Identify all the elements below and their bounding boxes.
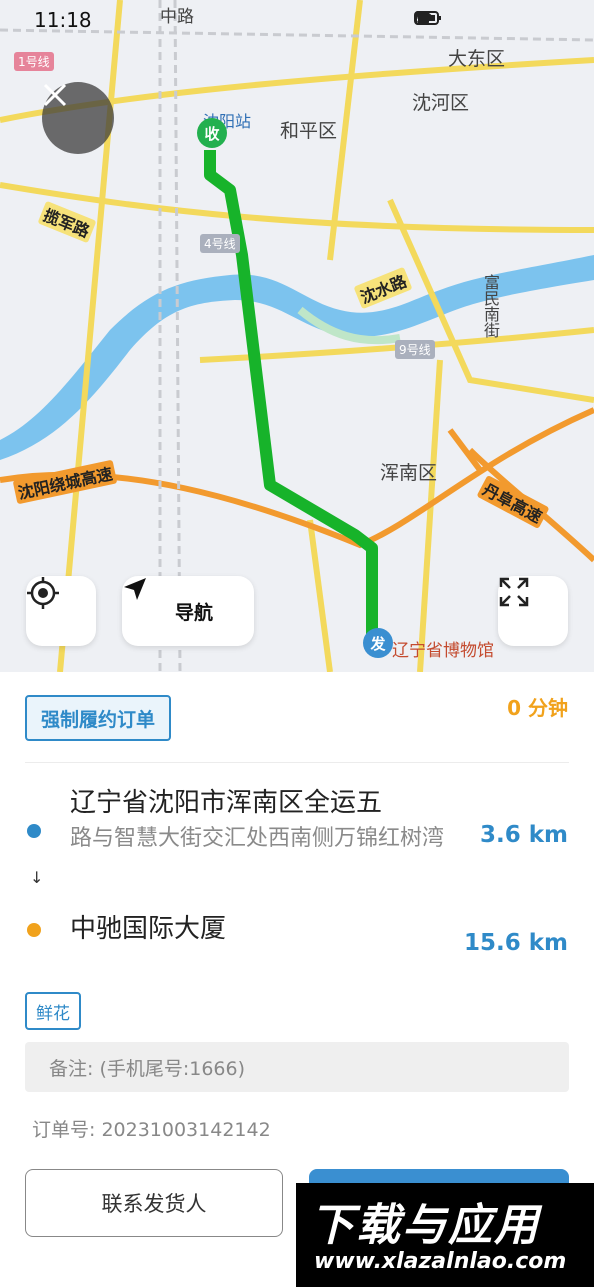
battery-icon <box>414 10 562 26</box>
force-order-tag: 强制履约订单 <box>25 695 172 741</box>
road-name: 富民南街 <box>481 274 500 338</box>
signal-icon <box>416 10 526 26</box>
metro-label: 9号线 <box>395 340 435 359</box>
mute-icon <box>417 10 478 26</box>
close-icon <box>43 83 67 107</box>
divider <box>25 762 569 763</box>
crosshair-icon <box>27 577 59 609</box>
district-label: 和平区 <box>280 120 338 142</box>
contact-shipper-button[interactable]: 联系发货人 <box>25 1169 283 1237</box>
destination-title: 中驰国际大厦 <box>70 914 227 944</box>
expand-icon <box>499 577 529 607</box>
watermark: 下载与应用 www.xlazalnlao.com <box>296 1183 594 1287</box>
watermark-url: www.xlazalnlao.com <box>314 1249 567 1274</box>
origin-dot <box>27 824 41 838</box>
metro-label: 1号线 <box>14 52 54 71</box>
origin-title: 辽宁省沈阳市浑南区全运五 <box>70 788 383 818</box>
order-number: 订单号: 20231003142142 <box>32 1119 271 1141</box>
close-button[interactable] <box>42 82 114 154</box>
goods-tag: 鲜花 <box>25 992 81 1030</box>
remark-field: 备注: (手机尾号:1666) <box>25 1042 569 1092</box>
navigation-arrow-icon <box>124 578 146 600</box>
status-time: 11:18 <box>34 8 92 32</box>
wifi-icon <box>414 10 502 26</box>
locate-button[interactable] <box>26 576 96 646</box>
metro-label: 4号线 <box>200 234 240 253</box>
status-bar: 11:18 <box>0 0 594 42</box>
district-label: 大东区 <box>448 48 506 70</box>
origin-pin[interactable]: 发 <box>363 628 393 658</box>
arrow-down-icon: ↓ <box>30 868 44 887</box>
fullscreen-button[interactable] <box>498 576 568 646</box>
watermark-title: 下载与应用 <box>310 1200 540 1251</box>
origin-subtitle: 路与智慧大街交汇处西南侧万锦红树湾 <box>70 826 445 851</box>
origin-distance: 3.6 km <box>479 822 568 848</box>
destination-dot <box>27 923 41 937</box>
navigate-button[interactable]: 导航 <box>122 576 254 646</box>
status-icons <box>414 10 562 26</box>
map-view[interactable]: 11:18 大东区 沈河区 和平区 浑南区 中路 沈阳站 富民南街 揽军路 沈水… <box>0 0 594 672</box>
poi-label: 辽宁省博物馆 <box>392 641 494 661</box>
navigate-label: 导航 <box>174 601 213 624</box>
district-label: 沈河区 <box>412 92 470 114</box>
pickup-pin[interactable]: 收 <box>197 118 227 148</box>
eta-text: 0 分钟 <box>507 696 568 720</box>
district-label: 浑南区 <box>380 462 438 484</box>
destination-distance: 15.6 km <box>463 930 568 956</box>
